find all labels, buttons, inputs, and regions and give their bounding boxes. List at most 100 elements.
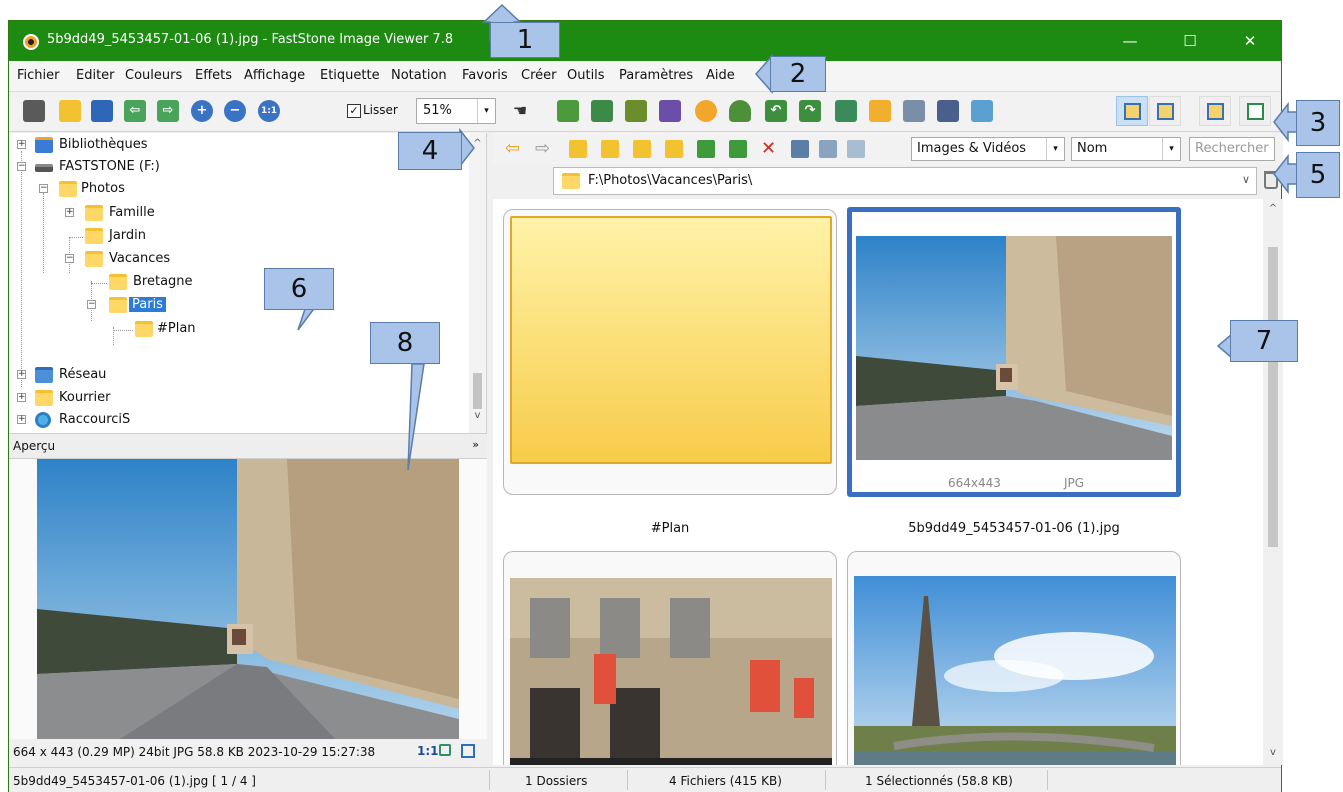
camera-icon[interactable]: [23, 100, 45, 122]
tree-item-faststone-drive[interactable]: − FASTSTONE (F:): [17, 157, 447, 179]
back-arrow-icon[interactable]: ⇦: [505, 140, 523, 158]
chevron-down-icon[interactable]: ∨: [1242, 173, 1250, 186]
thumbnail-card[interactable]: [847, 551, 1181, 765]
menu-favoris[interactable]: Favoris: [462, 68, 508, 83]
smooth-checkbox[interactable]: ✓: [347, 104, 361, 118]
menu-notation[interactable]: Notation: [391, 68, 447, 83]
chevron-down-icon[interactable]: ▾: [1162, 138, 1180, 160]
thumbnail-size-icon[interactable]: [791, 140, 809, 158]
tree-item-photos[interactable]: − Photos: [39, 179, 439, 201]
refresh-folder-icon[interactable]: [601, 140, 619, 158]
crop-icon[interactable]: [625, 100, 647, 122]
tree-item-famille[interactable]: + Famille: [65, 203, 445, 225]
menu-aide[interactable]: Aide: [706, 68, 735, 83]
file-type-filter[interactable]: Images & Vidéos ▾: [911, 137, 1065, 161]
tree-item-bibliotheques[interactable]: + Bibliothèques: [17, 135, 447, 157]
thumbnail-scroll-thumb[interactable]: [1268, 247, 1278, 547]
zoom-in-icon[interactable]: +: [191, 100, 213, 122]
previous-image-icon[interactable]: ⇦: [124, 100, 146, 122]
trash-icon[interactable]: [1264, 171, 1278, 189]
expand-icon[interactable]: +: [17, 415, 26, 424]
filmstrip-view-button[interactable]: [1149, 96, 1181, 126]
collapse-preview-icon[interactable]: »: [472, 438, 479, 451]
move-to-icon[interactable]: [729, 140, 747, 158]
actual-size-ratio[interactable]: 1:1: [417, 744, 439, 758]
delete-icon[interactable]: ✕: [761, 140, 779, 158]
draw-icon[interactable]: [903, 100, 925, 122]
thumbnail-view-button[interactable]: [1116, 96, 1148, 126]
minimize-button[interactable]: —: [1107, 27, 1153, 55]
tree-item-paris[interactable]: − Paris: [87, 295, 437, 317]
red-eye-icon[interactable]: [729, 100, 751, 122]
collapse-icon[interactable]: −: [65, 254, 74, 263]
tree-item-raccourcis[interactable]: + RaccourciS: [17, 410, 447, 432]
expand-icon[interactable]: +: [65, 208, 74, 217]
tree-item-jardin[interactable]: Jardin: [65, 226, 445, 248]
details-view-icon[interactable]: [819, 140, 837, 158]
brightness-icon[interactable]: [695, 100, 717, 122]
copy-to-icon[interactable]: [697, 140, 715, 158]
close-button[interactable]: ✕: [1227, 27, 1273, 55]
hand-tool-icon[interactable]: ☚: [509, 100, 531, 122]
actual-size-icon[interactable]: 1:1: [258, 100, 280, 122]
menu-creer[interactable]: Créer: [521, 68, 556, 83]
sort-select[interactable]: Nom ▾: [1071, 137, 1181, 161]
compare-icon[interactable]: [591, 100, 613, 122]
zoom-out-icon[interactable]: −: [224, 100, 246, 122]
menu-affichage[interactable]: Affichage: [244, 68, 305, 83]
expand-icon[interactable]: +: [17, 393, 26, 402]
scroll-up-icon[interactable]: ^: [1263, 203, 1283, 214]
chevron-down-icon[interactable]: ▾: [477, 99, 495, 123]
menu-effets[interactable]: Effets: [195, 68, 232, 83]
scroll-down-icon[interactable]: v: [469, 410, 486, 421]
scroll-down-icon[interactable]: v: [1263, 747, 1283, 758]
list-view-icon[interactable]: [847, 140, 865, 158]
print-icon[interactable]: [937, 100, 959, 122]
fullscreen-button[interactable]: [1239, 96, 1271, 126]
menu-couleurs[interactable]: Couleurs: [125, 68, 182, 83]
resize-icon[interactable]: [869, 100, 891, 122]
thumbnail-card[interactable]: [503, 209, 837, 495]
flip-icon[interactable]: [835, 100, 857, 122]
maximize-button[interactable]: ☐: [1167, 27, 1213, 55]
next-image-icon[interactable]: ⇨: [157, 100, 179, 122]
menu-outils[interactable]: Outils: [567, 68, 605, 83]
rotate-left-icon[interactable]: ↶: [765, 100, 787, 122]
expand-icon[interactable]: +: [17, 370, 26, 379]
collapse-icon[interactable]: −: [39, 184, 48, 193]
path-bar[interactable]: F:\Photos\Vacances\Paris\ ∨: [553, 167, 1257, 195]
parent-folder-icon[interactable]: [569, 140, 587, 158]
slideshow-icon[interactable]: [557, 100, 579, 122]
search-input[interactable]: Rechercher: [1189, 137, 1275, 161]
menu-fichier[interactable]: Fichier: [17, 68, 60, 83]
open-folder-icon[interactable]: [59, 100, 81, 122]
save-icon[interactable]: [91, 100, 113, 122]
fullscreen-preview-icon[interactable]: [461, 744, 475, 758]
thumbnail-card[interactable]: [503, 551, 837, 765]
chevron-down-icon[interactable]: ▾: [1046, 138, 1064, 160]
scroll-up-icon[interactable]: ^: [469, 138, 486, 149]
rotate-right-icon[interactable]: ↷: [799, 100, 821, 122]
thumbnail-image: [854, 576, 1176, 765]
collapse-icon[interactable]: −: [87, 300, 96, 309]
favorites-folder-icon[interactable]: [633, 140, 651, 158]
single-view-button[interactable]: [1199, 96, 1231, 126]
new-folder-icon[interactable]: [665, 140, 683, 158]
tree-item-reseau[interactable]: + Réseau: [17, 365, 447, 387]
email-icon[interactable]: [971, 100, 993, 122]
color-balance-icon[interactable]: [659, 100, 681, 122]
forward-arrow-icon[interactable]: ⇨: [535, 140, 553, 158]
thumbnail-card-selected[interactable]: 664x443 JPG: [847, 207, 1181, 497]
menu-etiquette[interactable]: Etiquette: [320, 68, 380, 83]
tree-item-vacances[interactable]: − Vacances: [65, 249, 445, 271]
tree-scrollbar[interactable]: ^ v: [469, 133, 486, 433]
menu-parametres[interactable]: Paramètres: [619, 68, 693, 83]
tree-item-kourrier[interactable]: + Kourrier: [17, 388, 447, 410]
menu-editer[interactable]: Editer: [76, 68, 115, 83]
tree-scroll-thumb[interactable]: [473, 373, 482, 409]
thumbnail-scrollbar[interactable]: ^ v: [1263, 199, 1283, 765]
zoom-level-select[interactable]: 51% ▾: [416, 98, 496, 124]
expand-icon[interactable]: +: [17, 140, 26, 149]
fit-window-icon[interactable]: [439, 744, 451, 756]
collapse-icon[interactable]: −: [17, 162, 26, 171]
